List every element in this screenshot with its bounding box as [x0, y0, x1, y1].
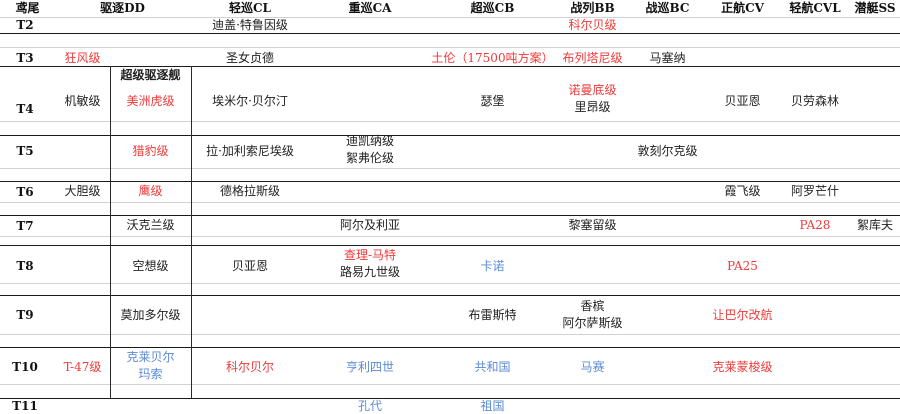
grid-line: [0, 283, 900, 284]
header-bc: 战巡BC: [645, 1, 690, 15]
header-cv: 正航CV: [721, 1, 764, 15]
tier-label: T5: [16, 143, 34, 158]
ship-cell-cvl: 阿罗芒什: [790, 183, 839, 198]
grid-line: [0, 121, 900, 122]
ship-cell-super-dd: 美洲虎级: [126, 93, 175, 108]
header-ss: 潜艇SS: [854, 1, 896, 15]
ship-cell-cb: 瑟堡: [480, 93, 505, 108]
ship-cell-bb: 布列塔尼级: [562, 50, 623, 65]
grid-line: [0, 47, 900, 48]
tier-label: T4: [16, 101, 34, 116]
grid-line: [0, 245, 900, 246]
ship-cell-dd: 狂风级: [64, 50, 101, 65]
tier-label: T8: [16, 258, 34, 273]
ship-cell-ca: 路易九世级: [339, 265, 400, 279]
ship-cell-bb: 阿尔萨斯级: [562, 316, 623, 330]
tier-label: T2: [16, 17, 34, 32]
ship-tree-sheet: 鸢尾 驱逐DD 轻巡CL 重巡CA 超巡CB 战列BB 战巡BC 正航CV 轻航…: [0, 0, 900, 413]
ship-cell-ss: 絮库夫: [856, 217, 893, 232]
ship-cell-cv: PA25: [727, 258, 758, 273]
ship-cell-cb: 祖国: [480, 398, 505, 413]
ship-cell-cv: 让巴尔改航: [712, 307, 773, 322]
ship-cell-ca: 絮弗伦级: [345, 151, 394, 165]
header-cvl: 轻航CVL: [789, 1, 841, 15]
grid-line: [0, 33, 900, 34]
grid-line: [0, 135, 900, 136]
ship-cell-cl: 科尔贝尔: [225, 359, 274, 374]
tier-label: T9: [16, 307, 34, 322]
grid-line: [0, 202, 900, 203]
ship-cell-cv: 克莱蒙梭级: [712, 359, 773, 374]
ship-cell-ca: 查理-马特: [343, 248, 397, 262]
tier-label: T11: [12, 398, 38, 413]
ship-cell-cvl: 贝劳森林: [790, 93, 839, 108]
ship-cell-bb: 科尔贝级: [568, 17, 617, 32]
grid-line: [191, 66, 192, 398]
ship-cell-dd: 大胆级: [64, 183, 101, 198]
ship-cell-bc: 敦刻尔克级: [637, 143, 698, 158]
grid-line: [0, 334, 900, 335]
grid-line: [0, 168, 900, 169]
tier-label: T10: [12, 359, 38, 374]
ship-cell-super-dd: 猎豹级: [132, 143, 169, 158]
ship-cell-super-dd: 克莱贝尔: [126, 350, 175, 364]
grid-line: [0, 236, 900, 237]
ship-cell-bb: 马赛: [580, 359, 605, 374]
ship-cell-cb: 卡诺: [480, 258, 505, 273]
ship-cell-super-dd: 空想级: [132, 258, 169, 273]
header-ca: 重巡CA: [348, 1, 392, 15]
ship-cell-super-dd: 莫加多尔级: [120, 307, 181, 322]
grid-line: [0, 295, 900, 296]
header-cb: 超巡CB: [470, 1, 515, 15]
ship-cell-bb: 里昂级: [574, 100, 611, 114]
ship-cell-cb: 土伦（17500吨方案）: [431, 50, 554, 65]
ship-cell-dd: 机敏级: [64, 93, 101, 108]
ship-cell-cl: 贝亚恩: [231, 258, 268, 273]
grid-line: [0, 347, 900, 348]
ship-cell-cl: 埃米尔·贝尔汀: [212, 93, 288, 108]
ship-cell-cv: 霞飞级: [724, 183, 761, 198]
ship-cell-cv: 贝亚恩: [724, 93, 761, 108]
ship-cell-ca: 孔代: [357, 398, 382, 413]
header-dd: 驱逐DD: [100, 1, 145, 15]
ship-cell-bb: 诺曼底级: [568, 83, 617, 97]
ship-cell-cb: 共和国: [474, 359, 511, 374]
ship-cell-ca: 迪凯纳级: [345, 134, 394, 148]
tier-label: T7: [16, 218, 34, 233]
ship-cell-cl: 德格拉斯级: [219, 183, 280, 198]
tier-label: T3: [16, 50, 34, 65]
ship-cell-super-dd: 沃克兰级: [126, 217, 175, 232]
header-bb: 战列BB: [570, 1, 615, 15]
ship-cell-bc: 马塞纳: [649, 50, 686, 65]
ship-cell-super-dd: 鹰级: [138, 183, 163, 198]
grid-line: [0, 17, 900, 18]
header-cl: 轻巡CL: [229, 1, 271, 15]
grid-line: [0, 384, 900, 385]
ship-cell-cl: 迪盖·特鲁因级: [212, 17, 288, 32]
ship-cell-super-dd: 玛索: [138, 367, 163, 381]
ship-cell-cvl: PA28: [799, 217, 831, 232]
ship-cell-ca: 亨利四世: [345, 359, 394, 374]
ship-cell-ca: 阿尔及利亚: [339, 217, 400, 232]
ship-cell-cl: 拉·加利索尼埃级: [206, 143, 294, 158]
ship-cell-dd: T-47级: [63, 359, 102, 374]
super-destroyer-label: 超级驱逐舰: [120, 67, 181, 82]
ship-cell-cl: 圣女贞德: [225, 50, 274, 65]
header-tier: 鸢尾: [15, 1, 40, 15]
tier-label: T6: [16, 184, 34, 199]
ship-cell-bb: 香槟: [580, 299, 605, 313]
ship-cell-cb: 布雷斯特: [468, 307, 517, 322]
ship-cell-bb: 黎塞留级: [568, 217, 617, 232]
